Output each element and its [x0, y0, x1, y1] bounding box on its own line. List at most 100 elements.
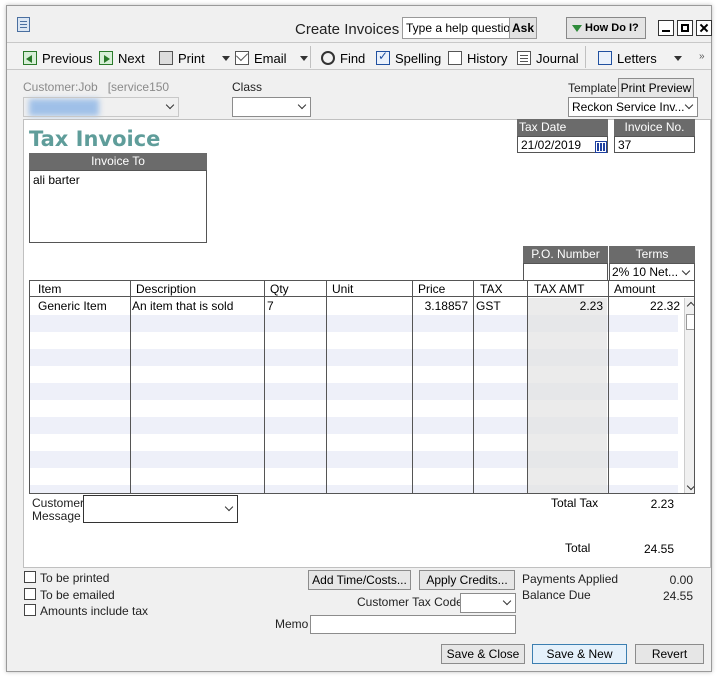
letters-icon: [598, 51, 612, 65]
row-price[interactable]: 3.18857: [425, 299, 468, 313]
toolbar-divider: [585, 46, 586, 68]
add-time-costs-button[interactable]: Add Time/Costs...: [308, 570, 411, 590]
row-qty[interactable]: 7: [267, 299, 274, 313]
print-dropdown-icon[interactable]: [221, 55, 230, 61]
total-tax-label: Total Tax: [551, 496, 599, 510]
to-be-emailed-checkbox[interactable]: [24, 588, 36, 600]
letters-button[interactable]: Letters: [598, 49, 682, 67]
toolbar-overflow-icon[interactable]: »: [699, 51, 705, 62]
customer-job-select[interactable]: [23, 97, 179, 117]
previous-button[interactable]: Previous: [23, 49, 93, 67]
po-number-field[interactable]: [523, 263, 608, 281]
email-dropdown-icon[interactable]: [299, 55, 308, 61]
terms-select[interactable]: 2% 10 Net...: [609, 263, 695, 281]
template-label: Template: [568, 81, 617, 95]
toolbar: Previous Next Print Email Find Spelling …: [7, 42, 711, 70]
close-icon[interactable]: [696, 20, 712, 36]
history-label: History: [467, 50, 508, 66]
email-label: Email: [254, 50, 287, 66]
journal-icon: [517, 51, 531, 65]
row-item[interactable]: Generic Item: [38, 299, 107, 313]
payments-applied-value: 0.00: [669, 573, 693, 587]
column-divider: [527, 281, 528, 493]
row-tax-amt: 2.23: [579, 299, 603, 313]
to-be-emailed-label: To be emailed: [40, 588, 115, 602]
chevron-down-icon: [684, 100, 694, 110]
column-header-price: Price: [418, 282, 446, 296]
column-divider: [264, 281, 265, 493]
scroll-up-icon[interactable]: [686, 301, 694, 311]
print-button[interactable]: Print: [159, 49, 230, 67]
memo-input[interactable]: [310, 615, 516, 634]
customer-message-select[interactable]: [83, 495, 238, 523]
calendar-icon[interactable]: [595, 141, 607, 153]
scroll-thumb[interactable]: [686, 314, 694, 330]
print-preview-button[interactable]: Print Preview: [618, 78, 694, 98]
history-icon: [448, 51, 462, 65]
invoice-to-header: Invoice To: [29, 153, 207, 170]
row-amount[interactable]: 22.32: [650, 299, 680, 313]
column-header-tax-amt: TAX AMT: [534, 282, 585, 296]
invoice-number-field[interactable]: 37: [614, 136, 695, 153]
previous-label: Previous: [42, 50, 93, 66]
template-select[interactable]: Reckon Service Inv...: [568, 97, 698, 117]
spelling-label: Spelling: [395, 50, 442, 66]
to-be-printed-checkbox[interactable]: [24, 571, 36, 583]
window-title: Create Invoices: [295, 21, 400, 38]
next-label: Next: [118, 50, 145, 66]
class-label: Class: [232, 80, 263, 94]
row-description[interactable]: An item that is sold: [132, 299, 233, 313]
ask-button[interactable]: Ask: [509, 17, 537, 39]
chevron-down-icon: [297, 100, 307, 110]
column-header-description: Description: [136, 282, 197, 296]
maximize-icon[interactable]: [677, 20, 693, 36]
po-number-header: P.O. Number: [523, 246, 608, 263]
balance-due-label: Balance Due: [522, 588, 591, 602]
class-select[interactable]: [232, 97, 311, 117]
journal-label: Journal: [536, 50, 579, 66]
invoice-to-address[interactable]: ali barter: [29, 170, 207, 243]
table-scrollbar[interactable]: [684, 298, 694, 493]
spelling-check-icon: [376, 49, 390, 65]
history-button[interactable]: History: [448, 49, 507, 67]
find-button[interactable]: Find: [321, 49, 365, 67]
column-header-item: Item: [38, 282, 62, 296]
email-button[interactable]: Email: [235, 49, 308, 67]
letters-label: Letters: [617, 50, 657, 66]
invoice-number-header: Invoice No.: [614, 119, 695, 136]
how-do-i-button[interactable]: How Do I?: [566, 17, 646, 39]
chevron-down-icon: [681, 266, 691, 276]
journal-button[interactable]: Journal: [517, 49, 579, 67]
print-label: Print: [178, 50, 205, 66]
revert-button[interactable]: Revert: [635, 644, 704, 664]
row-tax[interactable]: GST: [476, 299, 501, 313]
chevron-down-icon: [224, 502, 234, 512]
customer-tax-code-select[interactable]: [460, 593, 516, 613]
minimize-icon[interactable]: [658, 20, 674, 36]
printer-icon: [159, 51, 173, 65]
terms-header: Terms: [609, 246, 695, 263]
amounts-include-tax-label: Amounts include tax: [40, 604, 149, 618]
next-button[interactable]: Next: [99, 49, 145, 67]
save-close-button[interactable]: Save & Close: [441, 644, 525, 664]
customer-job-label-text: Customer:Job: [23, 80, 98, 94]
terms-value: 2% 10 Net...: [612, 265, 679, 279]
tax-date-header: Tax Date: [517, 119, 608, 136]
next-arrow-icon: [99, 51, 113, 65]
column-divider: [130, 281, 131, 493]
tax-amount-column-shade: [527, 298, 607, 493]
column-divider: [608, 281, 609, 493]
apply-credits-button[interactable]: Apply Credits...: [419, 570, 515, 590]
letters-dropdown-icon[interactable]: [673, 55, 682, 61]
scroll-down-icon[interactable]: [686, 481, 694, 491]
help-question-input[interactable]: Type a help question: [402, 17, 517, 39]
balance-due-value: 24.55: [662, 589, 693, 603]
spelling-button[interactable]: Spelling: [376, 49, 441, 67]
column-divider: [412, 281, 413, 493]
invoice-document-icon: [17, 17, 30, 32]
save-new-button[interactable]: Save & New: [532, 644, 627, 664]
column-divider: [473, 281, 474, 493]
customer-message-label-line1: Customer: [32, 496, 85, 510]
amounts-include-tax-checkbox[interactable]: [24, 604, 36, 616]
to-be-printed-label: To be printed: [40, 571, 110, 585]
